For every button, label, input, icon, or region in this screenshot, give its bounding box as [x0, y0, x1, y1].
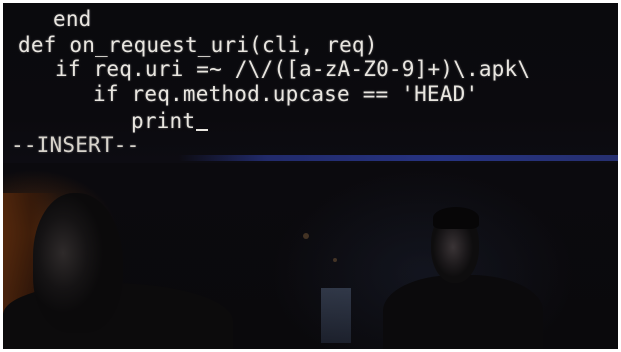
status-bar-highlight: [178, 155, 618, 161]
code-line-5-text: print: [131, 109, 196, 133]
code-line-5: print: [131, 109, 209, 133]
video-frame: end def on_request_uri(cli, req) if req.…: [3, 3, 618, 349]
dark-room-scene: [3, 163, 618, 349]
person-right-hair: [433, 207, 479, 229]
background-light: [303, 233, 309, 239]
code-line-3: if req.uri =~ /\/([a-zA-Z0-9]+)\.apk\: [55, 57, 531, 81]
code-line-4: if req.method.upcase == 'HEAD': [93, 82, 479, 106]
person-right-body: [383, 275, 543, 349]
terminal-editor: end def on_request_uri(cli, req) if req.…: [3, 3, 618, 163]
monitor-glow: [321, 288, 351, 343]
insert-mode-indicator: --INSERT--: [11, 133, 140, 157]
background-light: [333, 258, 337, 262]
code-line-1: end: [53, 7, 92, 31]
code-line-2: def on_request_uri(cli, req): [18, 33, 378, 57]
person-left-head: [33, 193, 123, 333]
text-cursor: [196, 129, 209, 131]
